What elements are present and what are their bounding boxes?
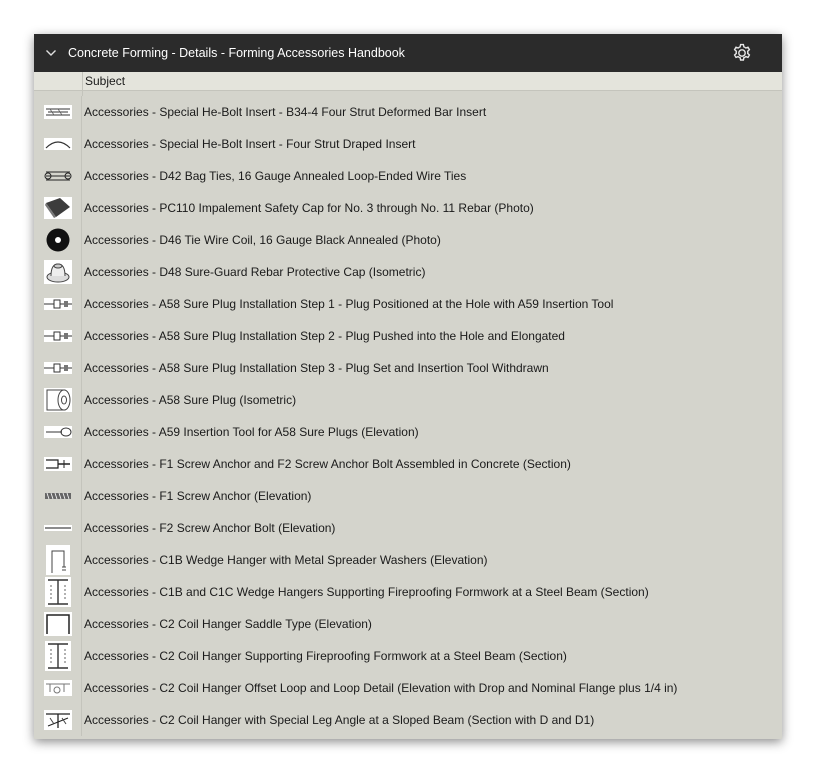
list-item-label: Accessories - Special He-Bolt Insert - B… (84, 105, 487, 119)
sloped-beam-icon (34, 704, 82, 736)
anchor-bolt-icon (34, 512, 82, 544)
list-item-label: Accessories - D48 Sure-Guard Rebar Prote… (84, 265, 426, 279)
list-item[interactable]: Accessories - A59 Insertion Tool for A58… (34, 416, 782, 448)
column-header-row: Subject (34, 72, 782, 91)
list-item[interactable]: Accessories - C2 Coil Hanger Supporting … (34, 640, 782, 672)
deformed-bar-insert-icon (34, 96, 82, 128)
wedge-hanger-icon (34, 544, 82, 576)
safety-cap-photo-icon (34, 192, 82, 224)
list-item-label: Accessories - A58 Sure Plug Installation… (84, 361, 549, 375)
plug-step-icon (34, 320, 82, 352)
list-item[interactable]: Accessories - A58 Sure Plug Installation… (34, 352, 782, 384)
screw-anchor-assembly-icon (34, 448, 82, 480)
chevron-down-icon[interactable] (34, 49, 68, 57)
list-item-label: Accessories - C1B Wedge Hanger with Meta… (84, 553, 488, 567)
wire-coil-photo-icon (34, 224, 82, 256)
list-item[interactable]: Accessories - C2 Coil Hanger with Specia… (34, 704, 782, 736)
draped-insert-icon (34, 128, 82, 160)
list-item[interactable]: Accessories - D46 Tie Wire Coil, 16 Gaug… (34, 224, 782, 256)
list-item-label: Accessories - C2 Coil Hanger Offset Loop… (84, 681, 678, 695)
list-item[interactable]: Accessories - A58 Sure Plug Installation… (34, 320, 782, 352)
list-item[interactable]: Accessories - A58 Sure Plug (Isometric) (34, 384, 782, 416)
list-item-label: Accessories - D42 Bag Ties, 16 Gauge Ann… (84, 169, 467, 183)
list-item[interactable]: Accessories - D42 Bag Ties, 16 Gauge Ann… (34, 160, 782, 192)
steel-beam-section-icon (34, 640, 82, 672)
panel-title: Concrete Forming - Details - Forming Acc… (68, 46, 405, 60)
list-item[interactable]: Accessories - C1B and C1C Wedge Hangers … (34, 576, 782, 608)
steel-beam-section-icon (34, 576, 82, 608)
list-item[interactable]: Accessories - Special He-Bolt Insert - B… (34, 96, 782, 128)
list-item[interactable]: Accessories - C2 Coil Hanger Offset Loop… (34, 672, 782, 704)
list-item-label: Accessories - A58 Sure Plug Installation… (84, 297, 614, 311)
list-item-label: Accessories - F2 Screw Anchor Bolt (Elev… (84, 521, 336, 535)
list-item[interactable]: Accessories - Special He-Bolt Insert - F… (34, 128, 782, 160)
panel-header: Concrete Forming - Details - Forming Acc… (34, 34, 782, 72)
list-item-label: Accessories - C2 Coil Hanger Saddle Type… (84, 617, 372, 631)
offset-loop-icon (34, 672, 82, 704)
list-item[interactable]: Accessories - PC110 Impalement Safety Ca… (34, 192, 782, 224)
list-item-label: Accessories - C2 Coil Hanger Supporting … (84, 649, 567, 663)
list-item-label: Accessories - A58 Sure Plug (Isometric) (84, 393, 297, 407)
list-item[interactable]: Accessories - D48 Sure-Guard Rebar Prote… (34, 256, 782, 288)
subject-column-header[interactable]: Subject (83, 74, 125, 88)
list-item-label: Accessories - F1 Screw Anchor (Elevation… (84, 489, 312, 503)
list-item-label: Accessories - D46 Tie Wire Coil, 16 Gaug… (84, 233, 441, 247)
handbook-panel: Concrete Forming - Details - Forming Acc… (34, 34, 782, 739)
list-item[interactable]: Accessories - A58 Sure Plug Installation… (34, 288, 782, 320)
gear-icon[interactable] (732, 43, 752, 63)
list-item-label: Accessories - F1 Screw Anchor and F2 Scr… (84, 457, 571, 471)
list-item-label: Accessories - C2 Coil Hanger with Specia… (84, 713, 595, 727)
bag-ties-icon (34, 160, 82, 192)
list-item[interactable]: Accessories - C2 Coil Hanger Saddle Type… (34, 608, 782, 640)
sure-plug-icon (34, 384, 82, 416)
list-item[interactable]: Accessories - F1 Screw Anchor (Elevation… (34, 480, 782, 512)
list-item-label: Accessories - PC110 Impalement Safety Ca… (84, 201, 534, 215)
list-item-label: Accessories - C1B and C1C Wedge Hangers … (84, 585, 649, 599)
list-item[interactable]: Accessories - F2 Screw Anchor Bolt (Elev… (34, 512, 782, 544)
thumbnail-column-header (34, 72, 83, 90)
list-item[interactable]: Accessories - C1B Wedge Hanger with Meta… (34, 544, 782, 576)
plug-step-icon (34, 352, 82, 384)
list-item-label: Accessories - Special He-Bolt Insert - F… (84, 137, 416, 151)
saddle-hanger-icon (34, 608, 82, 640)
protective-cap-icon (34, 256, 82, 288)
screw-anchor-icon (34, 480, 82, 512)
subject-list: Accessories - Special He-Bolt Insert - B… (34, 96, 782, 736)
insertion-tool-icon (34, 416, 82, 448)
plug-step-icon (34, 288, 82, 320)
list-item-label: Accessories - A59 Insertion Tool for A58… (84, 425, 419, 439)
list-item-label: Accessories - A58 Sure Plug Installation… (84, 329, 565, 343)
list-item[interactable]: Accessories - F1 Screw Anchor and F2 Scr… (34, 448, 782, 480)
